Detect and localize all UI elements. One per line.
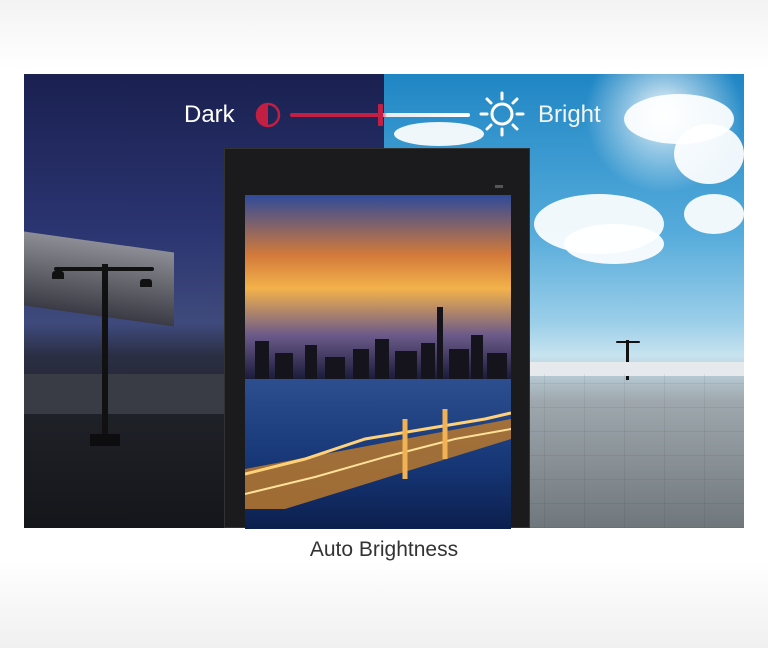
lamp-arm [616,341,640,343]
caption: Auto Brightness [309,538,459,561]
sun-icon [479,91,525,137]
lamp-arm [54,267,154,271]
illuminated-bridge [245,409,511,509]
dark-label: Dark [184,101,235,128]
half-circle-contrast-icon [255,102,281,128]
cloud [674,124,744,184]
city-skyline [245,299,511,379]
monitor-screen [245,195,511,529]
cloud [684,194,744,234]
lamp-head [140,279,152,287]
dark-wall [24,374,224,414]
brightness-thumb[interactable] [377,104,383,126]
camera-sensor [495,185,503,188]
lamp-post [102,264,108,444]
cloud [394,122,484,146]
bright-label: Bright [538,101,601,128]
stadium-roof [24,231,174,327]
monitor-display [224,148,530,529]
lamp-base [90,434,120,446]
lamp-head [52,271,64,279]
cloud [564,224,664,264]
